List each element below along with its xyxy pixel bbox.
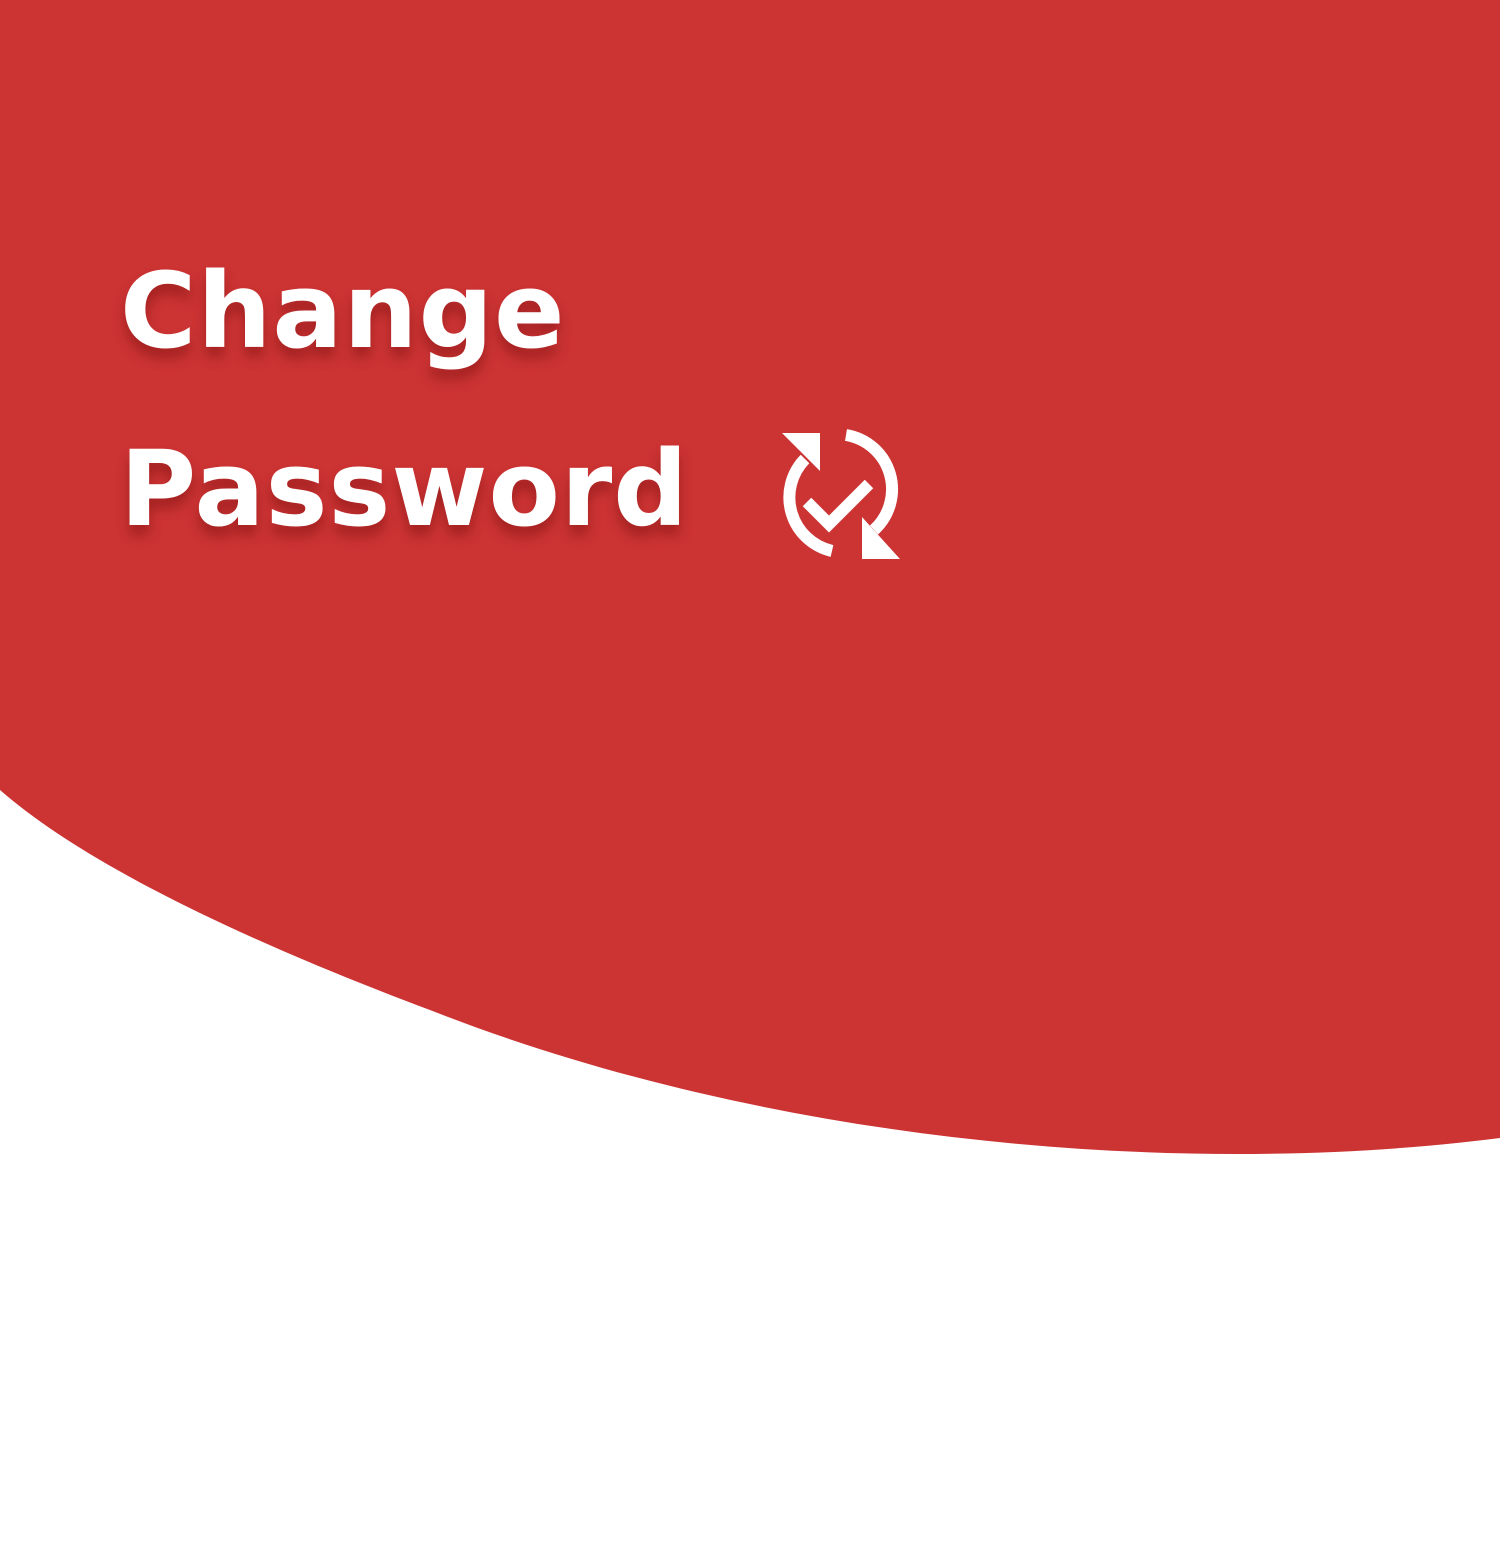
sync-check-icon xyxy=(771,425,911,565)
title-line-password-row: Password xyxy=(120,400,911,578)
title-line-change: Change xyxy=(120,250,566,372)
page-title: Change Password xyxy=(120,222,911,578)
change-password-screen: Change Password xyxy=(0,0,1500,1554)
title-line-password: Password xyxy=(120,428,689,550)
